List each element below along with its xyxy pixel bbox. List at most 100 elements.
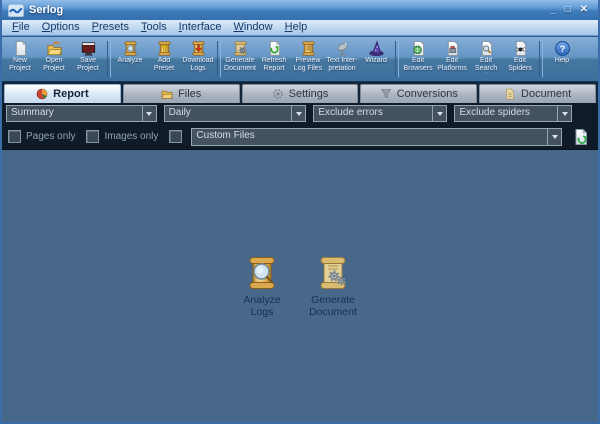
chevron-down-icon[interactable] — [557, 106, 571, 121]
menu-interface[interactable]: Interface — [173, 20, 228, 35]
toolbar-spacer — [579, 37, 597, 81]
toolbar-label: Refresh Report — [258, 57, 290, 73]
errors-filter-combobox[interactable]: Exclude errors — [313, 105, 447, 122]
maximize-button[interactable]: □ — [565, 5, 571, 15]
report-type-combobox[interactable]: Summary — [6, 105, 157, 122]
add-preset-button[interactable]: Add Preset — [148, 38, 180, 80]
combobox-value: Custom Files — [192, 129, 547, 145]
view-tab-bar: Report Files Settings Conversions — [2, 82, 598, 103]
combobox-value: Exclude errors — [314, 106, 432, 121]
desktop-icon-label: Generate Document — [303, 294, 363, 319]
pages-only-checkbox[interactable] — [8, 130, 21, 143]
toolbar-separator — [395, 41, 399, 77]
tab-report[interactable]: Report — [4, 84, 121, 103]
menu-file[interactable]: File — [6, 20, 36, 35]
window-title: Serlog — [29, 4, 545, 16]
chevron-down-icon[interactable] — [142, 106, 156, 121]
toolbar-label: Generate Document — [224, 57, 256, 73]
preview-log-files-icon — [300, 40, 317, 57]
minimize-button[interactable]: _ — [550, 5, 556, 15]
toolbar-label: Text Inter- pretation — [326, 57, 358, 73]
menu-tools[interactable]: Tools — [135, 20, 173, 35]
edit-search-engines-button[interactable]: Edit Search Engines — [470, 38, 502, 80]
tab-label: Conversions — [397, 88, 458, 100]
generate-document-shortcut[interactable]: Generate Document — [301, 255, 365, 319]
toolbar-label: New Project — [4, 57, 36, 73]
toolbar-label: Analyze — [114, 57, 146, 65]
edit-browsers-icon — [410, 40, 427, 57]
tab-document[interactable]: Document — [479, 84, 596, 103]
images-only-checkbox[interactable] — [86, 130, 99, 143]
open-project-icon — [46, 40, 63, 57]
refresh-report-icon — [266, 40, 283, 57]
tab-settings[interactable]: Settings — [242, 84, 359, 103]
generate-document-button[interactable]: Generate Document — [224, 38, 256, 80]
wizard-button[interactable]: Wizard — [360, 38, 392, 80]
generate-document-scroll-icon — [316, 255, 350, 291]
new-project-button[interactable]: New Project — [4, 38, 36, 80]
new-project-icon — [12, 40, 29, 57]
report-filter-row: Summary Daily Exclude errors Exclude spi… — [2, 103, 598, 124]
chevron-down-icon[interactable] — [547, 129, 561, 145]
tab-label: Document — [521, 88, 571, 100]
edit-platforms-icon — [444, 40, 461, 57]
edit-platforms-button[interactable]: Edit Platforms — [436, 38, 468, 80]
menu-presets[interactable]: Presets — [86, 20, 135, 35]
close-button[interactable]: ✕ — [580, 5, 588, 15]
pages-only-label: Pages only — [26, 131, 75, 142]
tab-conversions[interactable]: Conversions — [360, 84, 477, 103]
analyze-scroll-icon — [122, 40, 139, 57]
period-combobox[interactable]: Daily — [164, 105, 307, 122]
custom-files-combobox[interactable]: Custom Files — [191, 128, 562, 146]
svg-text:?: ? — [559, 44, 565, 55]
toolbar-label: Add Preset — [148, 57, 180, 73]
toolbar-label: Edit Spiders — [504, 57, 536, 73]
preview-log-files-button[interactable]: Preview Log Files — [292, 38, 324, 80]
toolbar-label: Download Logs — [182, 57, 214, 73]
toolbar-label: Preview Log Files — [292, 57, 324, 73]
chevron-down-icon[interactable] — [291, 106, 305, 121]
tab-label: Settings — [289, 88, 329, 100]
edit-spiders-button[interactable]: Edit Spiders — [504, 38, 536, 80]
analyze-button[interactable]: Analyze — [114, 38, 146, 80]
open-project-button[interactable]: Open Project — [38, 38, 70, 80]
help-icon: ? — [554, 40, 571, 57]
toolbar-label: Save Project — [72, 57, 104, 73]
tab-label: Files — [178, 88, 201, 100]
tab-label: Report — [53, 88, 88, 100]
chevron-down-icon[interactable] — [432, 106, 446, 121]
toolbar-label: Edit Search Engines — [470, 57, 502, 73]
tab-files[interactable]: Files — [123, 84, 240, 103]
edit-search-engines-icon — [478, 40, 495, 57]
toolbar-label: Edit Platforms — [436, 57, 468, 73]
generate-document-icon — [232, 40, 249, 57]
desktop-icon-label: Analyze Logs — [232, 294, 292, 319]
save-project-button[interactable]: Save Project — [72, 38, 104, 80]
files-folder-icon — [161, 88, 173, 100]
analyze-logs-scroll-icon — [245, 255, 279, 291]
download-logs-button[interactable]: Download Logs — [182, 38, 214, 80]
spiders-filter-combobox[interactable]: Exclude spiders — [454, 105, 572, 122]
toolbar-label: Open Project — [38, 57, 70, 73]
apply-custom-files-button[interactable] — [570, 127, 592, 147]
combobox-value: Exclude spiders — [455, 106, 557, 121]
analyze-logs-shortcut[interactable]: Analyze Logs — [230, 255, 294, 319]
menu-help[interactable]: Help — [279, 20, 314, 35]
main-toolbar: New Project Open Project Save Project — [2, 36, 598, 82]
refresh-document-icon — [572, 128, 590, 146]
help-button[interactable]: ? Help — [546, 38, 578, 80]
toolbar-label: Wizard — [360, 57, 392, 65]
menu-options[interactable]: Options — [36, 20, 86, 35]
text-interpretation-button[interactable]: Text Inter- pretation — [326, 38, 358, 80]
edit-spiders-icon — [512, 40, 529, 57]
settings-gear-icon — [272, 88, 284, 100]
menu-window[interactable]: Window — [227, 20, 278, 35]
file-filter-row: Pages only Images only Custom Files — [2, 124, 598, 150]
edit-browsers-button[interactable]: Edit Browsers — [402, 38, 434, 80]
title-bar: Serlog _ □ ✕ — [2, 0, 598, 20]
toolbar-separator — [107, 41, 111, 77]
document-page-icon — [504, 88, 516, 100]
toolbar-label: Help — [546, 57, 578, 65]
refresh-report-button[interactable]: Refresh Report — [258, 38, 290, 80]
custom-files-checkbox[interactable] — [169, 130, 182, 143]
